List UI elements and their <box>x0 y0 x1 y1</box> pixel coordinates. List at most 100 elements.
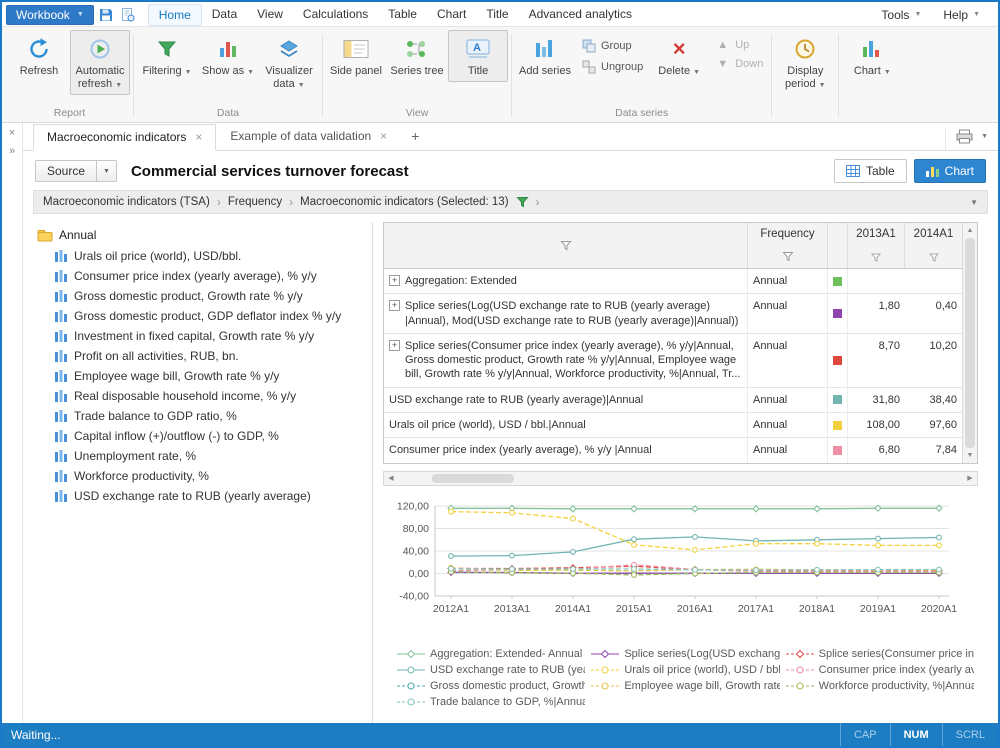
series-tree-button[interactable]: Series tree <box>387 30 447 82</box>
filter-funnel-icon[interactable] <box>560 240 572 251</box>
menu-tab-title[interactable]: Title <box>476 4 518 26</box>
legend-item[interactable]: Trade balance to GDP, %|Annual... <box>397 696 585 708</box>
breadcrumb-item[interactable]: Frequency <box>228 196 282 208</box>
tree-item[interactable]: Consumer price index (yearly average), %… <box>33 266 368 286</box>
refresh-button[interactable]: Refresh <box>9 30 69 82</box>
source-button[interactable]: Source ▼ <box>35 160 117 182</box>
chevron-down-icon[interactable]: ▼ <box>96 161 116 181</box>
menu-help[interactable]: Help▼ <box>933 5 990 25</box>
scroll-up-icon[interactable]: ▲ <box>963 223 977 237</box>
doc-tab[interactable]: Example of data validation× <box>216 123 401 150</box>
save-icon[interactable] <box>96 5 116 25</box>
close-panel-icon[interactable]: × <box>9 128 15 139</box>
print-layout-icon[interactable] <box>956 129 973 144</box>
legend-item[interactable]: Employee wage bill, Growth rate... <box>591 680 779 692</box>
menu-tab-data[interactable]: Data <box>202 4 247 26</box>
header-2014-column[interactable]: 2014A1 <box>905 223 962 268</box>
legend-item[interactable]: USD exchange rate to RUB (yearl... <box>397 664 585 676</box>
scroll-left-icon[interactable]: ◀ <box>384 472 398 485</box>
vertical-scrollbar-thumb[interactable] <box>965 238 975 448</box>
legend-item[interactable]: Aggregation: Extended- Annual <box>397 648 585 660</box>
chart-canvas[interactable]: 120,0080,0040,000,00-40,002012A12013A120… <box>383 500 978 640</box>
tab-close-icon[interactable]: × <box>380 131 387 141</box>
doc-tab[interactable]: Macroeconomic indicators× <box>33 124 216 151</box>
automatic-refresh-button[interactable]: Automatic refresh ▼ <box>70 30 130 95</box>
table-row[interactable]: + Splice series(Consumer price index (yea… <box>384 334 962 388</box>
menu-tab-advanced-analytics[interactable]: Advanced analytics <box>519 4 642 26</box>
tree-item[interactable]: Unemployment rate, % <box>33 446 368 466</box>
breadcrumb-item[interactable]: Macroeconomic indicators (Selected: 13) <box>300 196 508 208</box>
add-tab-button[interactable]: + <box>401 124 429 150</box>
tree-item[interactable]: Investment in fixed capital, Growth rate… <box>33 326 368 346</box>
menu-tab-home[interactable]: Home <box>148 4 202 26</box>
ungroup-button[interactable]: Ungroup <box>576 58 648 76</box>
show-as-button[interactable]: Show as ▼ <box>198 30 258 82</box>
tree-item[interactable]: Trade balance to GDP ratio, % <box>33 406 368 426</box>
table-row[interactable]: USD exchange rate to RUB (yearly average… <box>384 388 962 413</box>
filter-funnel-icon[interactable] <box>929 253 939 262</box>
up-button[interactable]: ▲ Up <box>710 37 768 53</box>
legend-item[interactable]: Splice series(Log(USD exchange r... <box>591 648 779 660</box>
breadcrumb-filter-icon[interactable] <box>516 196 529 208</box>
table-row[interactable]: +Splice series(Log(USD exchange rate to … <box>384 294 962 334</box>
tree-item[interactable]: Gross domestic product, GDP deflator ind… <box>33 306 368 326</box>
menu-tab-table[interactable]: Table <box>378 4 427 26</box>
horizontal-scrollbar-thumb[interactable] <box>432 474 514 483</box>
tree-item[interactable]: Gross domestic product, Growth rate % y/… <box>33 286 368 306</box>
menu-tab-chart[interactable]: Chart <box>427 4 476 26</box>
legend-item[interactable]: Gross domestic product, Growth r... <box>397 680 585 692</box>
tree-root[interactable]: Annual <box>33 226 368 246</box>
visualizer-data-button[interactable]: Visualizer data ▼ <box>259 30 319 95</box>
header-2013-column[interactable]: 2013A1 <box>848 223 905 268</box>
expand-button[interactable]: + <box>389 275 400 286</box>
expand-panel-icon[interactable]: » <box>9 146 15 157</box>
side-panel-button[interactable]: Side panel <box>326 30 386 82</box>
down-button[interactable]: ▼ Down <box>710 56 768 72</box>
filtering-button[interactable]: Filtering ▼ <box>137 30 197 82</box>
tree-item[interactable]: Urals oil price (world), USD/bbl. <box>33 246 368 266</box>
filter-funnel-icon[interactable] <box>782 251 794 262</box>
tree-item[interactable]: Capital inflow (+)/outflow (-) to GDP, % <box>33 426 368 446</box>
table-row[interactable]: Urals oil price (world), USD / bbl.|Annu… <box>384 413 962 438</box>
menu-tab-view[interactable]: View <box>247 4 293 26</box>
title-button[interactable]: A Title <box>448 30 508 82</box>
workbook-button[interactable]: Workbook▼ <box>6 5 94 25</box>
chart-view-button[interactable]: Chart <box>914 159 986 183</box>
tree-item[interactable]: Employee wage bill, Growth rate % y/y <box>33 366 368 386</box>
series-color-swatch <box>833 356 842 365</box>
legend-item[interactable]: Splice series(Consumer price inde... <box>786 648 974 660</box>
expand-button[interactable]: + <box>389 300 400 311</box>
breadcrumb-dropdown-icon[interactable]: ▼ <box>970 198 978 207</box>
legend-item[interactable]: Consumer price index (yearly ave... <box>786 664 974 676</box>
tree-item[interactable]: USD exchange rate to RUB (yearly average… <box>33 486 368 506</box>
menu-tools[interactable]: Tools▼ <box>871 5 931 25</box>
table-row[interactable]: Consumer price index (yearly average), %… <box>384 438 962 462</box>
group-button[interactable]: Group <box>576 37 648 55</box>
add-series-button[interactable]: Add series <box>515 30 575 82</box>
tabbar-dropdown-icon[interactable]: ▼ <box>981 133 988 140</box>
header-frequency-column[interactable]: Frequency <box>748 223 828 268</box>
tree-item[interactable]: Profit on all activities, RUB, bn. <box>33 346 368 366</box>
table-view-button[interactable]: Table <box>834 159 907 183</box>
display-period-button[interactable]: Display period ▼ <box>775 30 835 95</box>
tree-item[interactable]: Workforce productivity, % <box>33 466 368 486</box>
horizontal-scrollbar-track[interactable] <box>398 472 963 485</box>
scroll-down-icon[interactable]: ▼ <box>963 449 977 463</box>
header-name-column[interactable] <box>384 223 748 268</box>
breadcrumb-item[interactable]: Macroeconomic indicators (TSA) <box>43 196 210 208</box>
table-row[interactable]: +Aggregation: ExtendedAnnual <box>384 269 962 294</box>
delete-button[interactable]: × Delete ▼ <box>649 30 709 82</box>
print-preview-icon[interactable] <box>118 5 138 25</box>
legend-item[interactable]: Workforce productivity, %|Annua... <box>786 680 974 692</box>
filter-funnel-icon[interactable] <box>871 253 881 262</box>
vertical-scrollbar[interactable]: ▲ ▼ <box>962 223 977 463</box>
horizontal-scrollbar[interactable]: ◀ ▶ <box>383 471 978 486</box>
menu-tab-calculations[interactable]: Calculations <box>293 4 378 26</box>
tab-close-icon[interactable]: × <box>195 132 202 142</box>
expand-button[interactable]: + <box>389 340 400 351</box>
chart-ribbon-button[interactable]: Chart ▼ <box>842 30 902 82</box>
scroll-right-icon[interactable]: ▶ <box>963 472 977 485</box>
series-name: Splice series(Consumer price index (year… <box>405 339 742 382</box>
legend-item[interactable]: Urals oil price (world), USD / bbl. ... <box>591 664 779 676</box>
tree-item[interactable]: Real disposable household income, % y/y <box>33 386 368 406</box>
